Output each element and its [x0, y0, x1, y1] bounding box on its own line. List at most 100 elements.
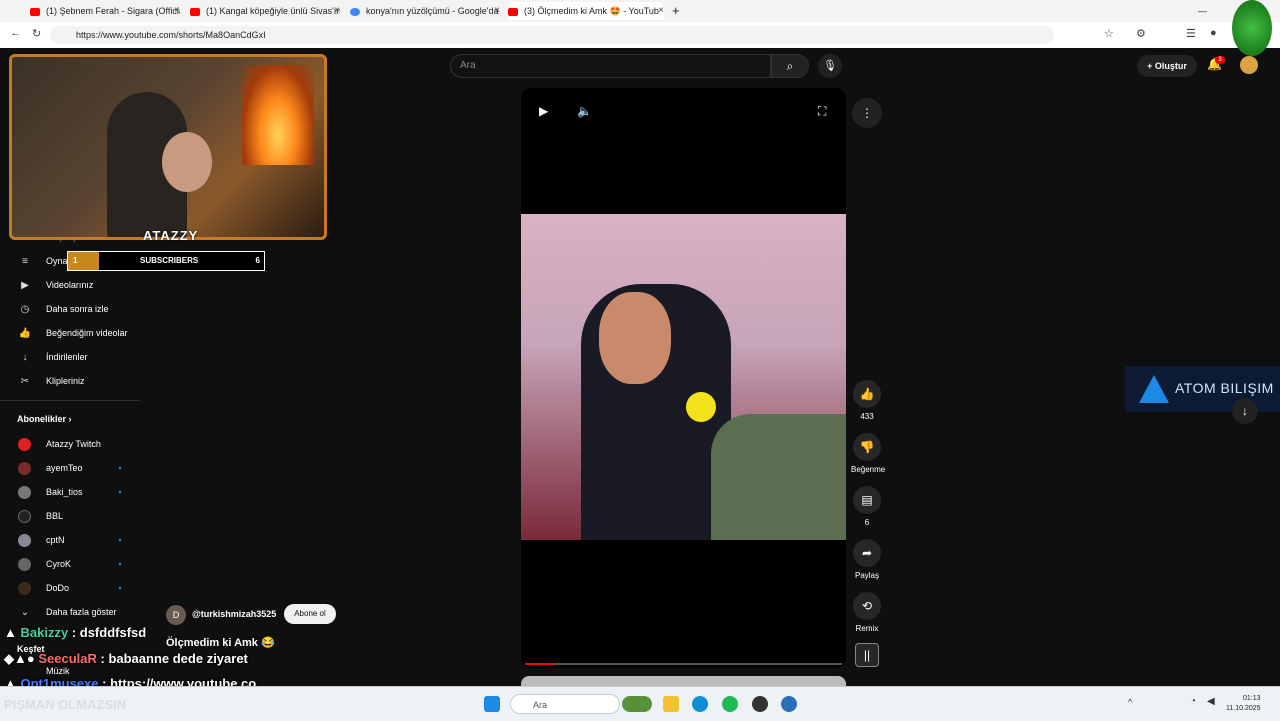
comments-button[interactable]: ▤ 6: [851, 486, 883, 527]
settings-icon[interactable]: [781, 696, 797, 712]
create-label: Oluştur: [1154, 61, 1187, 71]
like-button[interactable]: 👍 433: [851, 380, 883, 421]
taskbar-search-input[interactable]: Ara: [510, 694, 620, 714]
atom-logo-icon: [1139, 375, 1169, 403]
reload-icon[interactable]: ↻: [32, 27, 41, 40]
widgets-icon[interactable]: [622, 696, 652, 712]
speaker-icon[interactable]: ◀: [1207, 696, 1215, 707]
windows-taskbar: Ara ^ ◔ ◀ 01:13 11.10.2025: [0, 686, 1280, 721]
subscription-name: CyroK: [46, 559, 72, 569]
live-dot: [119, 587, 121, 589]
next-short-preview[interactable]: [521, 676, 846, 686]
play-icon[interactable]: ▶: [539, 104, 548, 118]
sidebar-item-label: Beğendiğim videolar: [46, 328, 128, 338]
create-button[interactable]: + Oluştur: [1137, 55, 1197, 77]
subscription-name: ayemTeo: [46, 463, 83, 473]
sidebar-item-label: Klipleriniz: [46, 376, 85, 386]
windows-start-icon[interactable]: [484, 696, 500, 712]
close-tab-icon[interactable]: ×: [334, 2, 340, 20]
clock-icon: ◷: [20, 304, 30, 315]
avatar: [18, 438, 31, 452]
arrow-down-icon: ↓: [1242, 404, 1248, 418]
chat-badge-icon: ▲: [4, 625, 21, 640]
live-dot: [119, 491, 121, 493]
browser-tab-3[interactable]: konya'nın yüzölçümü - Google'da ×: [350, 2, 500, 20]
avatar: [18, 462, 31, 476]
url-field[interactable]: https://www.youtube.com/shorts/Ma8OanCdG…: [50, 26, 1054, 44]
close-tab-icon[interactable]: ×: [174, 2, 180, 20]
more-options-icon[interactable]: ⋮: [852, 98, 882, 128]
sidebar-subscription[interactable]: Atazzy Twitch: [18, 437, 101, 452]
live-dot: [119, 539, 121, 541]
edge-icon[interactable]: [692, 696, 708, 712]
favorites-icon[interactable]: ☰: [1186, 27, 1196, 40]
chevron-up-icon[interactable]: ^: [1128, 697, 1132, 707]
dislike-icon: 👎: [853, 433, 881, 461]
sidebar-subscription[interactable]: BBL: [18, 509, 64, 524]
share-button[interactable]: ➦ Paylaş: [851, 539, 883, 580]
browser-tab-1[interactable]: (1) Şebnem Ferah - Sigara (Officia ×: [30, 2, 180, 20]
browser-tab-2[interactable]: (1) Kangal köpeğiyle ünlü Sivas'ın ×: [190, 2, 340, 20]
chat-message: ▲ Bakizzy : dsfddfsfsd: [4, 625, 146, 640]
subscriptions-label: Abonelikler: [17, 414, 67, 424]
sidebar-subscription[interactable]: Baki_tios: [18, 485, 121, 500]
remix-icon: ⟲: [853, 592, 881, 620]
wifi-icon[interactable]: ◔: [1190, 696, 1196, 707]
file-explorer-icon[interactable]: [663, 696, 679, 712]
sidebar-item-downloads[interactable]: ↓ İndirilenler: [18, 350, 88, 364]
volume-icon[interactable]: 🔈: [577, 104, 592, 118]
sidebar-subscription[interactable]: CyroK: [18, 557, 121, 572]
globe-overlay-icon: [1232, 0, 1272, 56]
browser-tab-4[interactable]: (3) Ölçmedim ki Amk 🤩 - YouTub ×: [508, 2, 664, 20]
sidebar-subscription[interactable]: cptN: [18, 533, 121, 548]
back-icon[interactable]: ←: [10, 27, 21, 39]
avatar[interactable]: [1240, 56, 1258, 74]
obs-icon[interactable]: [752, 696, 768, 712]
subscriptions-header[interactable]: Abonelikler ›: [17, 412, 72, 426]
star-icon[interactable]: ☆: [1104, 27, 1114, 40]
channel-name[interactable]: @turkishmizah3525: [192, 609, 276, 619]
show-more-button[interactable]: ⌄ Daha fazla göster: [18, 605, 117, 619]
sidebar-item-your-videos[interactable]: ▶ Videolarınız: [18, 278, 93, 292]
sidebar-item-liked-videos[interactable]: 👍 Beğendiğim videolar: [18, 326, 128, 340]
like-count: 433: [860, 412, 874, 421]
google-icon: [350, 7, 360, 16]
sidebar-item-clips[interactable]: ✂ Klipleriniz: [18, 374, 85, 388]
interviewee-face: [599, 292, 671, 384]
streamer-brand: ATAZZY: [143, 228, 199, 243]
voice-search-button[interactable]: 🎙: [818, 54, 842, 78]
search-input[interactable]: Ara: [450, 54, 771, 78]
taskbar-search-placeholder: Ara: [533, 700, 548, 710]
minimize-icon[interactable]: —: [1198, 2, 1208, 20]
sound-button[interactable]: ||: [851, 643, 883, 667]
subscribe-button[interactable]: Abone ol: [284, 604, 336, 624]
streamer-head: [162, 132, 212, 192]
next-short-button[interactable]: ↓: [1232, 398, 1258, 424]
channel-avatar[interactable]: D: [166, 605, 186, 625]
remix-button[interactable]: ⟲ Remix: [851, 592, 883, 633]
sidebar-subscription[interactable]: ayemTeo: [18, 461, 121, 476]
search-button[interactable]: ⌕: [771, 54, 809, 78]
dislike-button[interactable]: 👎 Beğenme: [851, 433, 885, 474]
video-progress-bar[interactable]: [525, 663, 842, 665]
sponsor-text: ATOM BILIŞIM: [1175, 380, 1274, 396]
close-tab-icon[interactable]: ×: [658, 2, 664, 20]
close-tab-icon[interactable]: ×: [494, 2, 500, 20]
browser-tab-bar: (1) Şebnem Ferah - Sigara (Officia × (1)…: [0, 0, 1280, 22]
system-clock[interactable]: 01:13 11.10.2025: [1226, 694, 1261, 714]
clock-time: 01:13: [1242, 695, 1261, 702]
subscription-name: BBL: [46, 511, 64, 521]
video-frame: [521, 214, 846, 540]
live-dot: [119, 467, 121, 469]
shorts-player[interactable]: ▶ 🔈 ⛶: [521, 88, 846, 668]
sidebar-item-label: İndirilenler: [46, 352, 88, 362]
notification-badge: 3: [1215, 56, 1225, 64]
like-icon: 👍: [18, 328, 32, 339]
fullscreen-icon[interactable]: ⛶: [818, 104, 826, 119]
sidebar-subscription[interactable]: DoDo: [18, 581, 121, 596]
sidebar-item-watch-later[interactable]: ◷ Daha sonra izle: [18, 302, 109, 316]
extensions-icon[interactable]: ⚙: [1136, 27, 1146, 40]
profile-icon[interactable]: ●: [1210, 27, 1217, 39]
spotify-icon[interactable]: [722, 696, 738, 712]
new-tab-button[interactable]: +: [672, 2, 686, 20]
